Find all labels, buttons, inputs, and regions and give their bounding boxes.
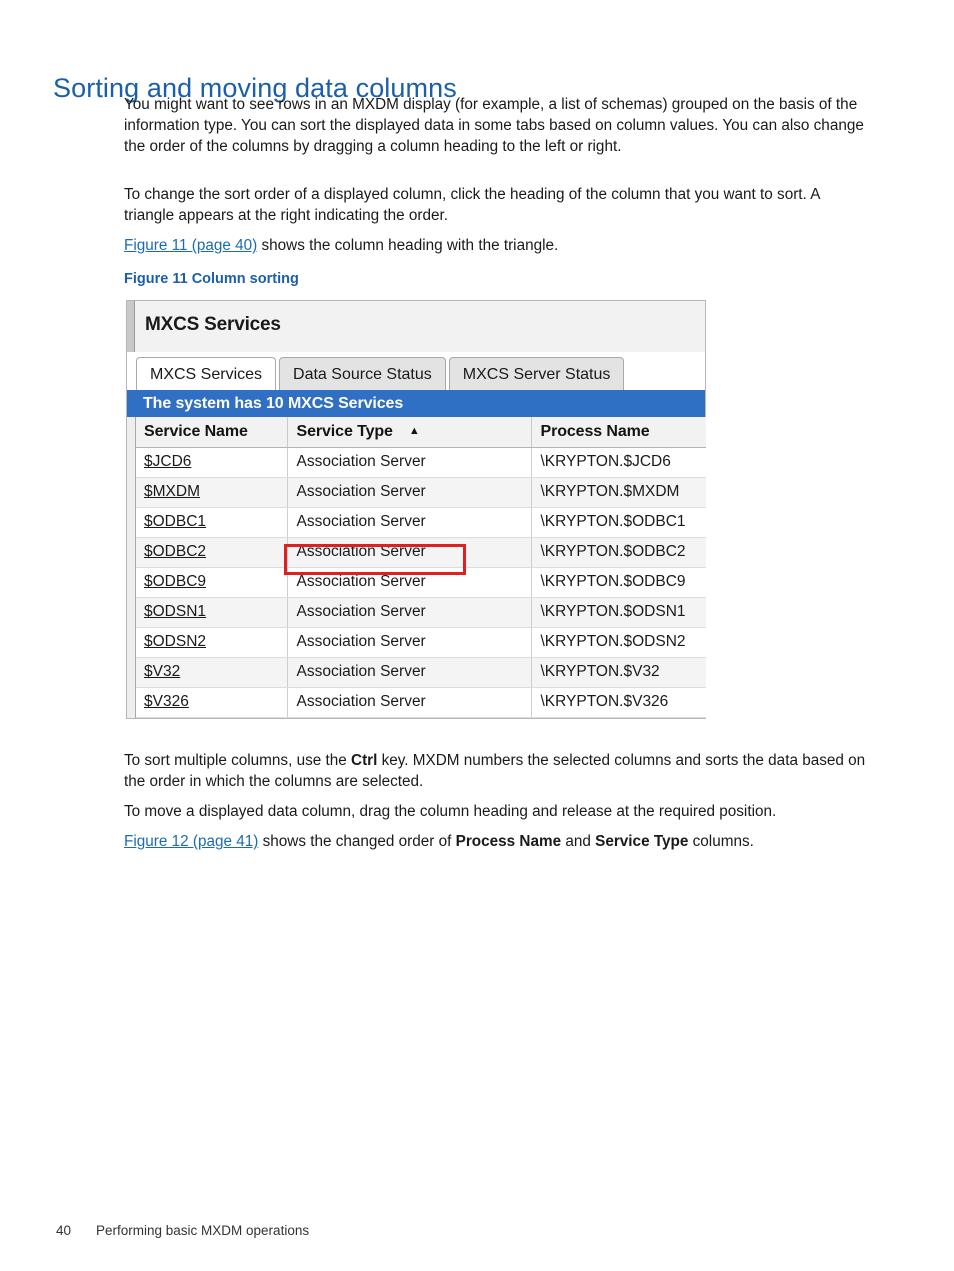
tab-strip: MXCS Services Data Source Status MXCS Se… xyxy=(126,352,706,390)
cell-service-type: Association Server xyxy=(287,627,532,658)
cell-service-type: Association Server xyxy=(287,477,532,508)
app-titlebar: MXCS Services xyxy=(126,300,706,352)
service-name-link[interactable]: $ODBC1 xyxy=(144,513,206,530)
table-row[interactable]: $ODBC1 Association Server \KRYPTON.$ODBC… xyxy=(135,507,706,538)
service-name-link[interactable]: $V326 xyxy=(144,693,189,710)
grid-row-gutter xyxy=(127,417,136,718)
results-banner: The system has 10 MXCS Services xyxy=(126,390,706,417)
sort-instructions-block: To change the sort order of a displayed … xyxy=(124,184,872,265)
page-footer: 40 Performing basic MXDM operations xyxy=(56,1223,309,1238)
process-name-emphasis: Process Name xyxy=(455,833,562,850)
figure-caption: Figure 11 Column sorting xyxy=(124,271,299,287)
table-row[interactable]: $ODBC9 Association Server \KRYPTON.$ODBC… xyxy=(135,567,706,598)
paragraph-5: To move a displayed data column, drag th… xyxy=(124,803,777,820)
cell-service-type: Association Server xyxy=(287,447,532,478)
figure-11-screenshot: MXCS Services MXCS Services Data Source … xyxy=(126,300,706,735)
cell-service-type: Association Server xyxy=(287,687,532,718)
cell-service-name: $ODBC9 xyxy=(135,567,288,598)
cell-process-name: \KRYPTON.$ODBC9 xyxy=(531,567,706,598)
cell-process-name: \KRYPTON.$MXDM xyxy=(531,477,706,508)
table-row[interactable]: $ODBC2 Association Server \KRYPTON.$ODBC… xyxy=(135,537,706,568)
cell-service-name: $ODSN2 xyxy=(135,627,288,658)
paragraph-4: To sort multiple columns, use the Ctrl k… xyxy=(124,750,872,792)
cell-process-name: \KRYPTON.$ODSN2 xyxy=(531,627,706,658)
paragraph-3-rest: shows the column heading with the triang… xyxy=(257,237,559,254)
table-row[interactable]: $JCD6 Association Server \KRYPTON.$JCD6 xyxy=(135,447,706,478)
cell-service-name: $ODBC2 xyxy=(135,537,288,568)
cell-process-name: \KRYPTON.$V326 xyxy=(531,687,706,718)
paragraph-2: To change the sort order of a displayed … xyxy=(124,186,820,224)
services-table: Service Name Service Type ▲ Process Name … xyxy=(135,417,706,718)
cell-service-type: Association Server xyxy=(287,567,532,598)
ctrl-key-emphasis: Ctrl xyxy=(351,752,378,769)
services-grid: Service Name Service Type ▲ Process Name … xyxy=(126,417,706,719)
cell-service-name: $JCD6 xyxy=(135,447,288,478)
cell-process-name: \KRYPTON.$ODBC2 xyxy=(531,537,706,568)
intro-text-block: You might want to see rows in an MXDM di… xyxy=(124,94,872,166)
service-name-link[interactable]: $ODSN1 xyxy=(144,603,206,620)
footer-section-title: Performing basic MXDM operations xyxy=(96,1223,310,1238)
column-header-service-type-label: Service Type xyxy=(296,422,393,440)
cell-service-type: Association Server xyxy=(287,597,532,628)
service-name-link[interactable]: $JCD6 xyxy=(144,453,191,470)
sort-ascending-arrow-icon: ▲ xyxy=(408,424,420,437)
table-row[interactable]: $MXDM Association Server \KRYPTON.$MXDM xyxy=(135,477,706,508)
cell-service-type: Association Server xyxy=(287,537,532,568)
figure-12-crossref-link[interactable]: Figure 12 (page 41) xyxy=(124,833,258,850)
paragraph-3: Figure 11 (page 40) shows the column hea… xyxy=(124,235,872,256)
service-name-link[interactable]: $V32 xyxy=(144,663,180,680)
cell-process-name: \KRYPTON.$V32 xyxy=(531,657,706,688)
cell-service-name: $V326 xyxy=(135,687,288,718)
service-name-link[interactable]: $ODBC9 xyxy=(144,573,206,590)
paragraph-6-part-a: shows the changed order of xyxy=(258,833,456,850)
cell-service-name: $MXDM xyxy=(135,477,288,508)
paragraph-6: Figure 12 (page 41) shows the changed or… xyxy=(124,831,872,852)
cell-process-name: \KRYPTON.$ODSN1 xyxy=(531,597,706,628)
services-table-body: $JCD6 Association Server \KRYPTON.$JCD6 … xyxy=(135,447,706,718)
column-header-process-name[interactable]: Process Name xyxy=(531,417,706,448)
table-row[interactable]: $ODSN1 Association Server \KRYPTON.$ODSN… xyxy=(135,597,706,628)
cell-process-name: \KRYPTON.$JCD6 xyxy=(531,447,706,478)
panel-grip-handle[interactable] xyxy=(127,301,135,352)
column-header-service-name[interactable]: Service Name xyxy=(135,417,288,448)
outro-text-block: To sort multiple columns, use the Ctrl k… xyxy=(124,750,872,861)
cell-service-name: $ODBC1 xyxy=(135,507,288,538)
cell-service-name: $ODSN1 xyxy=(135,597,288,628)
figure-11-crossref-link[interactable]: Figure 11 (page 40) xyxy=(124,237,257,254)
cell-process-name: \KRYPTON.$ODBC1 xyxy=(531,507,706,538)
paragraph-4-part-a: To sort multiple columns, use the xyxy=(124,752,352,769)
paragraph-6-part-c: columns. xyxy=(688,833,754,850)
paragraph-6-part-b: and xyxy=(561,833,596,850)
footer-page-number: 40 xyxy=(56,1223,72,1238)
column-header-service-type[interactable]: Service Type ▲ xyxy=(287,417,532,448)
app-title: MXCS Services xyxy=(145,314,281,335)
table-row[interactable]: $ODSN2 Association Server \KRYPTON.$ODSN… xyxy=(135,627,706,658)
service-type-emphasis: Service Type xyxy=(595,833,689,850)
cell-service-type: Association Server xyxy=(287,657,532,688)
table-header-row: Service Name Service Type ▲ Process Name xyxy=(135,417,706,448)
cell-service-name: $V32 xyxy=(135,657,288,688)
tab-data-source-status[interactable]: Data Source Status xyxy=(279,357,446,390)
tab-mxcs-server-status[interactable]: MXCS Server Status xyxy=(448,357,625,390)
table-row[interactable]: $V326 Association Server \KRYPTON.$V326 xyxy=(135,687,706,718)
paragraph-1: You might want to see rows in an MXDM di… xyxy=(124,96,864,155)
table-row[interactable]: $V32 Association Server \KRYPTON.$V32 xyxy=(135,657,706,688)
service-name-link[interactable]: $ODSN2 xyxy=(144,633,206,650)
cell-service-type: Association Server xyxy=(287,507,532,538)
tab-mxcs-services[interactable]: MXCS Services xyxy=(136,357,277,390)
service-name-link[interactable]: $MXDM xyxy=(144,483,200,500)
service-name-link[interactable]: $ODBC2 xyxy=(144,543,206,560)
